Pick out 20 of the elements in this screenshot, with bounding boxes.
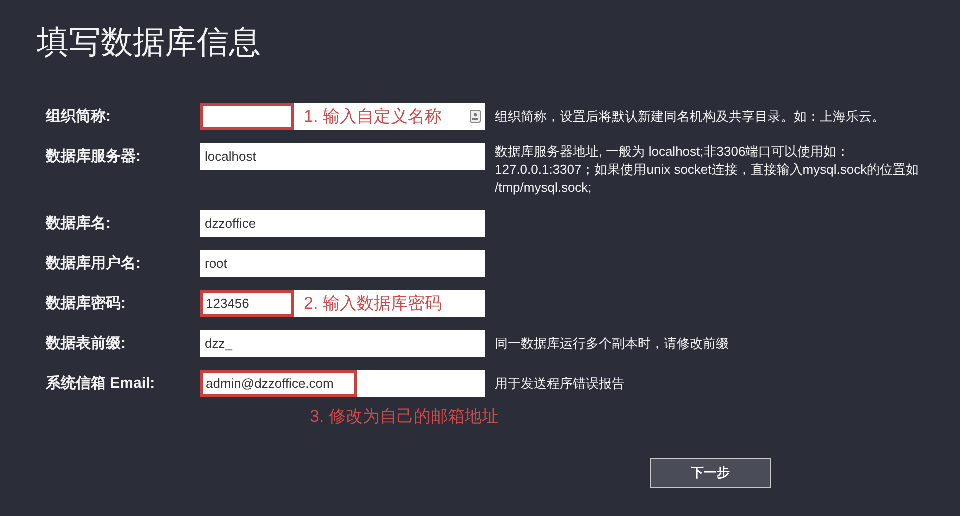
field-label: 数据库名: — [46, 214, 112, 234]
page-title: 填写数据库信息 — [36, 23, 262, 62]
field-label: 数据库密码: — [46, 294, 127, 314]
field-label: 组织简称: — [46, 107, 112, 127]
field-label: 系统信箱 Email: — [46, 374, 156, 394]
field-label: 数据库用户名: — [46, 254, 142, 274]
next-button[interactable]: 下一步 — [650, 458, 771, 488]
field-hint: 数据库服务器地址, 一般为 localhost;非3306端口可以使用如：127.0.0.1:3307；如果使用unix socket连接，直接输入mysql.sock的位置如 /tmp/mysql.sock; — [495, 143, 920, 197]
field-label: 数据表前缀: — [46, 334, 127, 354]
field-hint: 同一数据库运行多个副本时，请修改前缀 — [495, 334, 729, 352]
input-field[interactable]: admin@dzzoffice.com — [200, 370, 356, 397]
input-field[interactable] — [200, 103, 294, 130]
annotation-text: 2. 输入数据库密码 — [304, 294, 442, 314]
annotation-text: 1. 输入自定义名称 — [304, 106, 442, 126]
contact-card-icon[interactable] — [470, 110, 481, 123]
input-field[interactable]: 123456 — [200, 290, 294, 317]
field-label: 数据库服务器: — [46, 147, 142, 167]
annotation-text: 3. 修改为自己的邮箱地址 — [310, 406, 499, 428]
field-hint: 组织简称，设置后将默认新建同名机构及共享目录。如：上海乐云。 — [495, 108, 885, 126]
field-hint: 用于发送程序错误报告 — [495, 374, 625, 392]
